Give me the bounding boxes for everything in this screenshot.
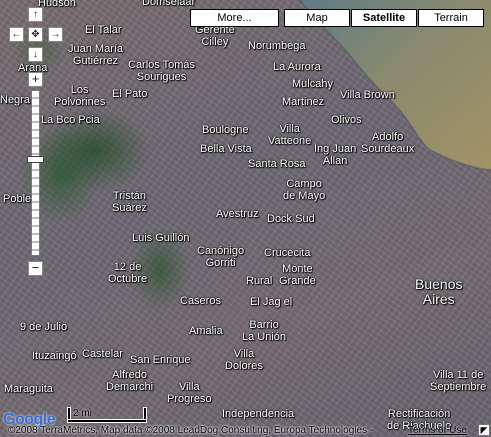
place-buenos-aires: Buenos Aires [415,276,463,307]
place-villa-vatteone: Villa Vatteone [268,123,312,147]
place-caseros: Caseros [180,295,221,307]
pan-down-button[interactable]: ↓ [28,47,43,62]
place-negra: Negra [0,94,30,106]
place-independencia: Independencia [222,408,295,420]
place-carlos-tomas-sourigues: Carlos Tomás Sourigues [128,59,196,83]
place-adolfo-sourdeaux: Adolfo Sourdeaux [361,131,415,155]
place-ituzaingo: Ituzaingó [32,350,77,362]
place-campo-de-mayo: Campo de Mayo [283,178,326,202]
place-santa-rosa: Santa Rosa [248,158,306,170]
place-villa-brown: Villa Brown [340,89,395,101]
place-olivos: Olivos [331,114,362,126]
place-el-jagel: El Jag el [250,296,293,308]
place-villa-dolores: Villa Dolores [225,348,263,372]
scale-line [68,420,146,422]
overview-map-toggle[interactable]: ◤ [478,424,490,436]
place-ing-juan-allan: Ing Juan Allan [314,143,357,167]
place-alfredo-demarchi: Alfredo Demarchi [106,369,154,393]
place-amalia: Amalia [189,325,223,337]
place-poblet: Poblet [3,193,35,205]
place-castelar: Castelar [82,348,123,360]
place-crucecita: Crucecita [264,247,311,259]
scale-label: 2 mi [73,408,92,419]
place-la-aurora: La Aurora [273,61,321,73]
place-juan-maria-gutierrez: Juan María Gutiérrez [68,43,124,67]
place-norumbega: Norumbega [248,40,306,52]
copyright-text: ©2008 TerraMetrics, Map data ©2008 LeadD… [8,425,374,436]
place-monte-grande: Monte Grande [279,263,316,287]
place-san-enrique: San Enrique [130,354,191,366]
place-mulcahy: Mulcahy [292,78,333,90]
place-el-pato: El Pato [112,88,148,100]
place-maraguita: Maraguita [4,383,53,395]
pan-right-button[interactable]: → [48,27,63,42]
place-martinez: Martinez [282,96,325,108]
place-luis-guillon: Luis Guillón [132,232,190,244]
scale-bar: 2 mi [68,406,148,424]
map-type-terrain-button[interactable]: Terrain [418,9,484,27]
place-dock-sud: Dock Sud [267,213,315,225]
place-tristan-suarez: Tristán Suárez [112,190,147,214]
satellite-map[interactable]: Hudson Domselaar El Talar Gerente Cilley… [0,0,491,437]
place-gerente-cilley: Gerente Cilley [195,24,235,48]
place-boulogne: Boulogne [202,124,249,136]
zoom-slider-handle[interactable] [27,156,44,163]
zoom-in-button[interactable]: + [28,72,43,87]
place-villa-progreso: Villa Progreso [167,381,212,405]
zoom-out-button[interactable]: − [28,261,43,276]
place-domselaar: Domselaar [142,0,196,8]
place-el-talar: El Talar [85,24,122,36]
place-hudson: Hudson [38,0,76,9]
place-barrio-la-union: Barrio La Unión [242,319,287,343]
more-button[interactable]: More... [190,9,279,27]
place-la-bco-pcia: La Bco Pcia [41,114,100,126]
pan-center-button[interactable]: ✥ [28,27,43,42]
place-rural: Rural [246,275,273,287]
zoom-slider-track[interactable] [31,90,40,256]
place-9-de-julio: 9 de Julio [20,321,68,333]
expand-icon: ◤ [480,425,488,435]
place-12-de-octubre: 12 de Octubre [108,261,148,285]
pan-left-button[interactable]: ← [9,27,24,42]
place-villa-11-de-septiembre: Villa 11 de Septiembre [430,369,487,393]
place-los-polvorines: Los Polvorines [54,84,106,108]
place-bella-vista: Bella Vista [200,143,252,155]
map-type-satellite-button[interactable]: Satellite [351,9,417,27]
map-type-map-button[interactable]: Map [284,9,350,27]
pan-up-button[interactable]: ↑ [28,7,43,22]
place-avestruz: Avestruz [216,208,259,220]
terms-of-use-link[interactable]: Terms of Use [408,425,467,436]
place-canonigo-gorriti: Canónigo Gorriti [197,245,245,269]
